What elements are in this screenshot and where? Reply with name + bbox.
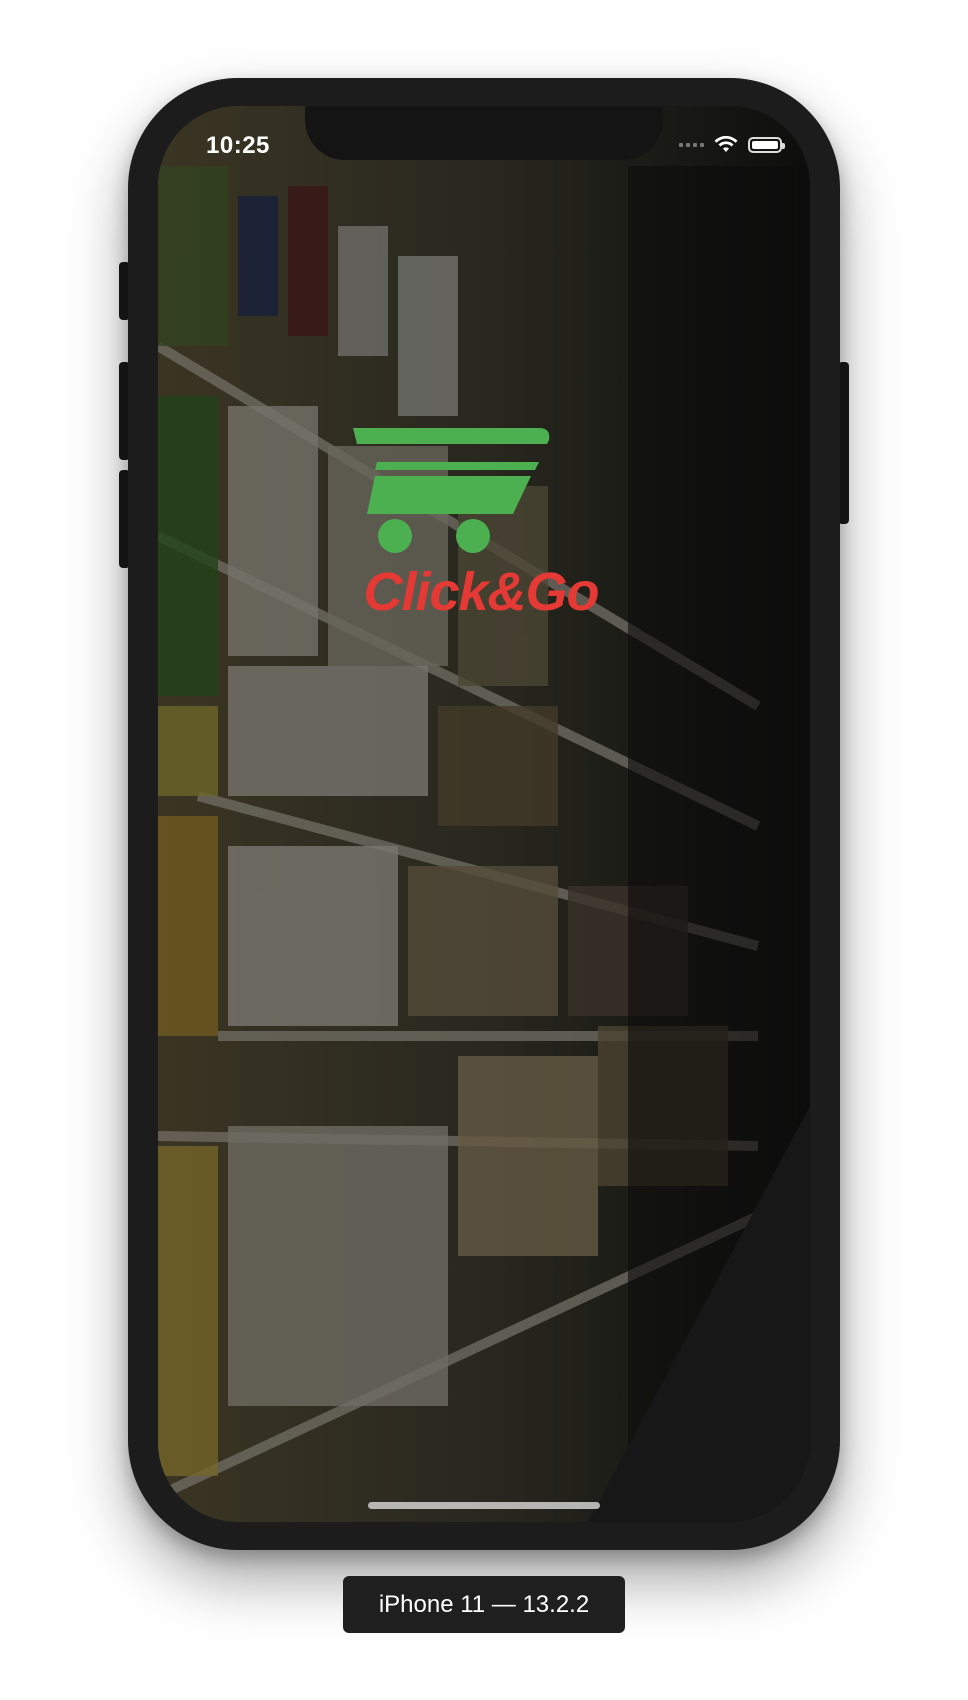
battery-fill <box>752 141 778 149</box>
dark-overlay <box>158 106 810 1522</box>
home-indicator[interactable] <box>368 1502 600 1509</box>
notch <box>305 106 663 160</box>
logo-text: Click&Go <box>363 562 598 622</box>
shopping-cart-icon <box>353 428 550 553</box>
simulator-device-label: iPhone 11 — 13.2.2 <box>343 1576 625 1633</box>
phone-screen: 10:25 Click&Go <box>158 106 810 1522</box>
cellular-signal-icon <box>679 143 704 147</box>
click-and-go-logo: Click&Go <box>353 428 600 622</box>
wifi-icon <box>714 136 738 152</box>
battery-icon <box>748 137 785 153</box>
status-icons <box>679 136 785 154</box>
status-time: 10:25 <box>206 132 270 159</box>
